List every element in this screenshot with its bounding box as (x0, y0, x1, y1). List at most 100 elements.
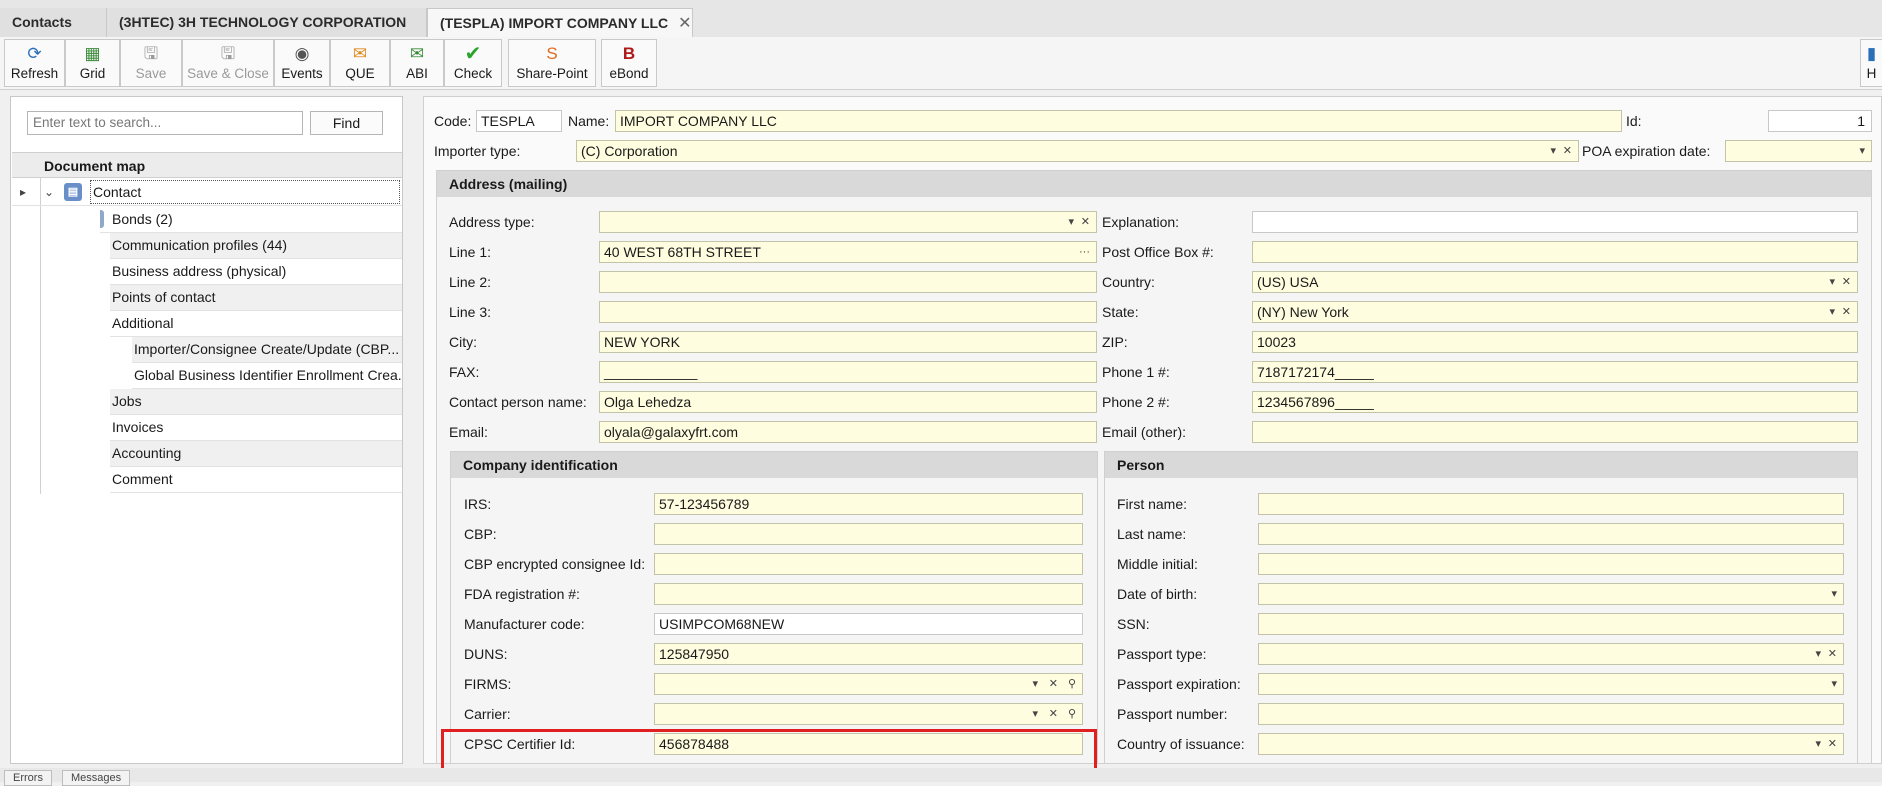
ssn-field[interactable] (1258, 613, 1844, 635)
first-name-field[interactable] (1258, 493, 1844, 515)
middle-initial-field[interactable] (1258, 553, 1844, 575)
contact-person-label: Contact person name: (449, 394, 587, 410)
que-button[interactable]: ✉ QUE (330, 39, 390, 87)
line1-field[interactable]: 40 WEST 68TH STREET ··· (599, 241, 1097, 263)
zip-field[interactable]: 10023 (1252, 331, 1858, 353)
date-of-birth-field[interactable]: ▾ (1258, 583, 1844, 605)
help-button[interactable]: ▮ H (1860, 39, 1882, 87)
chevron-down-icon[interactable]: ▾ (1829, 272, 1835, 292)
line3-field[interactable] (599, 301, 1097, 323)
tree-item-importer-consignee[interactable]: ✉ Importer/Consignee Create/Update (CBP.… (132, 337, 402, 363)
save-close-button[interactable]: 🖫 Save & Close (182, 39, 274, 87)
events-button[interactable]: ◉ Events (274, 39, 330, 87)
chevron-down-icon[interactable]: ⌄ (44, 180, 54, 205)
tree-item-bonds[interactable]: › $ Bonds (2) (100, 207, 402, 233)
refresh-button[interactable]: ⟳ Refresh (4, 39, 65, 87)
clear-icon[interactable]: ✕ (1842, 302, 1851, 322)
manufacturer-code-field[interactable]: USIMPCOM68NEW (654, 613, 1083, 635)
tab-3htec[interactable]: (3HTEC) 3H TECHNOLOGY CORPORATION (107, 8, 427, 37)
errors-tab-label: Errors (13, 772, 43, 784)
chevron-down-icon[interactable]: ▾ (1032, 704, 1038, 724)
code-field[interactable]: TESPLA (476, 110, 562, 132)
clear-icon[interactable]: ✕ (1563, 141, 1572, 161)
city-field[interactable]: NEW YORK (599, 331, 1097, 353)
tree-item-points-of-contact[interactable]: ▤ Points of contact (110, 285, 402, 311)
city-label: City: (449, 334, 477, 350)
chevron-down-icon[interactable]: ▾ (1859, 141, 1865, 161)
clear-icon[interactable]: ✕ (1842, 272, 1851, 292)
tree-item-additional[interactable]: ⌄ i Additional (110, 311, 402, 337)
poa-expiration-field[interactable]: ▾ (1725, 140, 1872, 162)
grid-button[interactable]: ▦ Grid (65, 39, 120, 87)
phone1-field[interactable]: 7187172174_____ (1252, 361, 1858, 383)
tree-item-invoices[interactable]: $ Invoices (110, 415, 402, 441)
chevron-right-icon[interactable]: ▸ (20, 180, 26, 205)
clear-icon[interactable]: ✕ (1828, 644, 1837, 664)
firms-select[interactable]: ▾ ✕ ⚲ (654, 673, 1083, 695)
clear-icon[interactable]: ✕ (1828, 734, 1837, 754)
cbp-encrypted-field[interactable] (654, 553, 1083, 575)
document-tab-bar: Contacts (3HTEC) 3H TECHNOLOGY CORPORATI… (0, 0, 1882, 38)
passport-number-field[interactable] (1258, 703, 1844, 725)
search-icon[interactable]: ⚲ (1068, 674, 1076, 694)
find-button[interactable]: Find (310, 111, 383, 135)
passport-expiration-field[interactable]: ▾ (1258, 673, 1844, 695)
search-input[interactable]: Enter text to search... (27, 111, 303, 135)
contact-person-field[interactable]: Olga Lehedza (599, 391, 1097, 413)
chevron-down-icon[interactable]: ▾ (1068, 212, 1074, 232)
importer-type-select[interactable]: (C) Corporation ▾ ✕ (576, 140, 1579, 162)
check-button[interactable]: ✔ Check (444, 39, 502, 87)
tab-contacts[interactable]: Contacts (0, 8, 107, 37)
tree-item-global-business-identifier[interactable]: ✉ Global Business Identifier Enrollment … (132, 363, 402, 389)
chevron-down-icon[interactable]: ▾ (1550, 141, 1556, 161)
chevron-down-icon[interactable]: ▾ (1831, 584, 1837, 604)
tab-tespla[interactable]: (TESPLA) IMPORT COMPANY LLC ✕ (427, 8, 693, 37)
carrier-select[interactable]: ▾ ✕ ⚲ (654, 703, 1083, 725)
duns-field[interactable]: 125847950 (654, 643, 1083, 665)
tree-item-business-address[interactable]: ✈ Business address (physical) (110, 259, 402, 285)
clear-icon[interactable]: ✕ (1081, 212, 1090, 232)
address-type-select[interactable]: ▾ ✕ (599, 211, 1097, 233)
errors-tab[interactable]: Errors (4, 770, 52, 786)
search-icon[interactable]: ⚲ (1068, 704, 1076, 724)
ebond-button[interactable]: BeBond (601, 39, 657, 87)
abi-button[interactable]: ✉ ABI (390, 39, 444, 87)
email-field[interactable]: olyala@galaxyfrt.com (599, 421, 1097, 443)
share-point-button[interactable]: S Share-Point (508, 39, 596, 87)
tree-item-jobs[interactable]: ⚙ Jobs (110, 389, 402, 415)
messages-tab[interactable]: Messages (62, 770, 131, 786)
tree-item-contact[interactable]: ▸ ⌄ ▤ Contact (12, 180, 402, 206)
passport-type-select[interactable]: ▾ ✕ (1258, 643, 1844, 665)
country-value: (US) USA (1257, 274, 1319, 290)
country-of-issuance-select[interactable]: ▾ ✕ (1258, 733, 1844, 755)
chevron-down-icon[interactable]: ▾ (1829, 302, 1835, 322)
tree-item-communication-profiles[interactable]: ✉ Communication profiles (44) (110, 233, 402, 259)
tree-item-accounting[interactable]: $ Accounting (110, 441, 402, 467)
chevron-down-icon[interactable]: ▾ (1032, 674, 1038, 694)
country-select[interactable]: (US) USA ▾ ✕ (1252, 271, 1858, 293)
button-label: Events (281, 66, 323, 81)
save-button[interactable]: 🖫 Save (120, 39, 182, 87)
name-field[interactable]: IMPORT COMPANY LLC (615, 110, 1622, 132)
irs-field[interactable]: 57-123456789 (654, 493, 1083, 515)
fda-registration-field[interactable] (654, 583, 1083, 605)
state-select[interactable]: (NY) New York ▾ ✕ (1252, 301, 1858, 323)
chevron-down-icon[interactable]: ▾ (1815, 644, 1821, 664)
chevron-down-icon[interactable]: ▾ (1815, 734, 1821, 754)
phone2-field[interactable]: 1234567896_____ (1252, 391, 1858, 413)
explanation-field[interactable] (1252, 211, 1858, 233)
ellipsis-icon[interactable]: ··· (1079, 242, 1090, 262)
po-box-field[interactable] (1252, 241, 1858, 263)
clear-icon[interactable]: ✕ (1049, 704, 1058, 724)
clear-icon[interactable]: ✕ (1049, 674, 1058, 694)
phone1-label: Phone 1 #: (1102, 364, 1170, 380)
line2-field[interactable] (599, 271, 1097, 293)
id-field[interactable]: 1 (1768, 110, 1872, 132)
last-name-field[interactable] (1258, 523, 1844, 545)
email-other-field[interactable] (1252, 421, 1858, 443)
chevron-down-icon[interactable]: ▾ (1831, 674, 1837, 694)
cbp-field[interactable] (654, 523, 1083, 545)
close-icon[interactable]: ✕ (678, 15, 691, 32)
tree-item-comment[interactable]: i Comment (110, 467, 402, 493)
fax-field[interactable]: ____________ (599, 361, 1097, 383)
